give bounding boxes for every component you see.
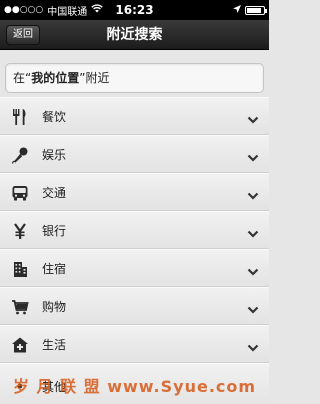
bus-icon <box>11 184 29 202</box>
wifi-icon <box>91 4 103 16</box>
category-row-other[interactable]: 其他 <box>0 363 269 404</box>
signal-strength-icon: ●●○○○ <box>4 5 44 15</box>
category-row-transport[interactable]: 交通 <box>0 173 269 211</box>
chevron-down-icon <box>247 301 259 314</box>
category-label: 其他 <box>42 380 67 394</box>
dot-icon <box>18 384 22 388</box>
cart-icon <box>11 298 29 316</box>
building-icon <box>11 260 29 278</box>
chevron-down-icon <box>247 225 259 238</box>
chevron-down-icon <box>247 111 259 124</box>
category-label: 娱乐 <box>42 148 67 162</box>
carrier-name: 中国联通 <box>47 6 88 18</box>
search-location-field[interactable]: 在“我的位置”附近 <box>5 63 264 93</box>
house-plus-icon <box>11 336 29 354</box>
category-label: 交通 <box>42 186 67 200</box>
page-title: 附近搜索 <box>106 27 163 43</box>
category-label: 购物 <box>42 300 67 314</box>
category-row-entertainment[interactable]: 娱乐 <box>0 135 269 173</box>
location-arrow-icon <box>233 4 241 16</box>
category-row-dining[interactable]: 餐饮 <box>0 97 269 135</box>
battery-icon <box>245 5 267 15</box>
fork-knife-icon <box>11 108 29 126</box>
category-label: 餐饮 <box>42 110 67 124</box>
category-row-lodging[interactable]: 住宿 <box>0 249 269 287</box>
category-row-life[interactable]: 生活 <box>0 325 269 363</box>
category-label: 银行 <box>42 224 67 238</box>
category-list: 餐饮 娱乐 交通 银行 住宿 购物 生活 其他 <box>0 97 269 404</box>
search-suffix: ”附近 <box>79 71 110 85</box>
chevron-down-icon <box>247 339 259 352</box>
chevron-down-icon <box>247 149 259 162</box>
navigation-bar: 返回 附近搜索 <box>0 20 269 50</box>
yen-icon <box>11 222 29 240</box>
search-location: 我的位置 <box>31 71 80 85</box>
status-bar: ●●○○○ 中国联通 16:23 <box>0 0 269 20</box>
category-label: 住宿 <box>42 262 67 276</box>
microphone-icon <box>11 146 29 164</box>
search-prefix: 在“ <box>13 71 32 85</box>
chevron-down-icon <box>247 187 259 200</box>
category-label: 生活 <box>42 338 67 352</box>
chevron-down-icon <box>247 263 259 276</box>
battery-level <box>247 7 261 13</box>
category-row-bank[interactable]: 银行 <box>0 211 269 249</box>
category-row-shopping[interactable]: 购物 <box>0 287 269 325</box>
